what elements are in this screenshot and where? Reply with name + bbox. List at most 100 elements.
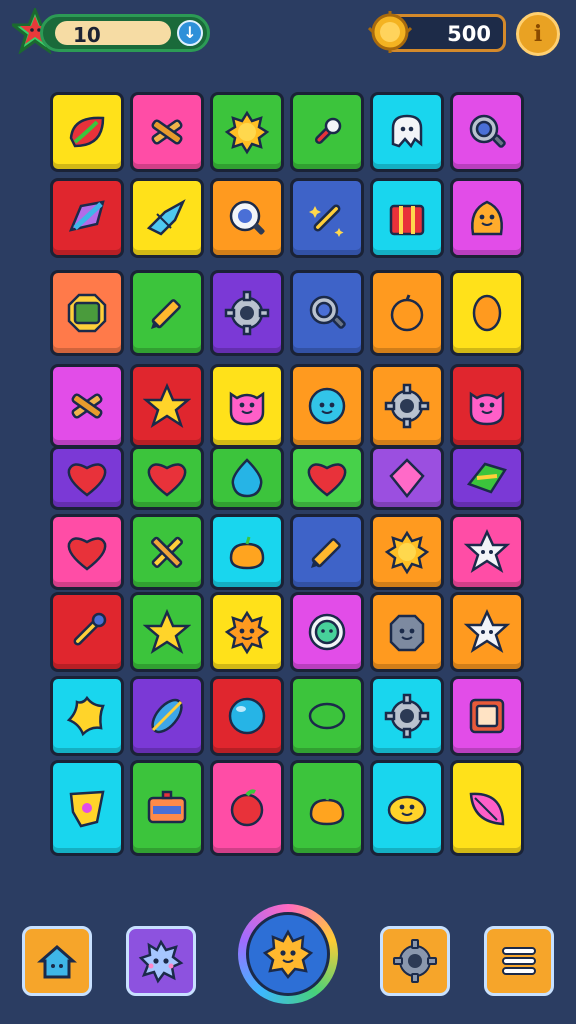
tile-r3-c6[interactable] [450, 270, 524, 356]
bean-icon [308, 702, 346, 730]
tile-r2-c1[interactable] [50, 178, 124, 258]
smiley-icon [308, 387, 346, 425]
info-button[interactable]: i [516, 12, 560, 56]
tile-r8-c1[interactable] [50, 676, 124, 756]
tile-r6-c6[interactable] [450, 514, 524, 590]
tile-r4-c2[interactable] [130, 364, 204, 448]
level-value: 10 [73, 23, 101, 47]
tile-r1-c3[interactable] [210, 92, 284, 172]
star-creature-icon [463, 609, 511, 653]
tile-r3-c3[interactable] [210, 270, 284, 356]
tile-r4-c1[interactable] [50, 364, 124, 448]
tile-r5-c6[interactable] [450, 446, 524, 510]
down-arrow-icon: ↓ [183, 23, 197, 42]
tile-r2-c4[interactable] [290, 178, 364, 258]
tile-r3-c5[interactable] [370, 270, 444, 356]
orange-fruit-icon [390, 294, 424, 332]
info-icon: i [533, 21, 543, 47]
tile-r9-c1[interactable] [50, 760, 124, 856]
tile-r4-c6[interactable] [450, 364, 524, 448]
tile-r9-c3[interactable] [210, 760, 284, 856]
bubble-icon [228, 697, 266, 735]
tile-r8-c5[interactable] [370, 676, 444, 756]
settings-button[interactable] [380, 926, 450, 996]
rock-creature-icon [389, 614, 425, 652]
pencil-icon [151, 299, 181, 329]
tile-r9-c4[interactable] [290, 760, 364, 856]
tile-r6-c1[interactable] [50, 514, 124, 590]
tile-r7-c1[interactable] [50, 592, 124, 672]
star-creature-icon [463, 529, 511, 573]
menu-icon [502, 947, 536, 975]
crossed-sticks-icon [71, 393, 103, 419]
ring-face-icon [308, 613, 346, 651]
tile-r1-c4[interactable] [290, 92, 364, 172]
tile-r8-c6[interactable] [450, 676, 524, 756]
center-action-button[interactable] [238, 904, 338, 1004]
star-blob-icon [66, 695, 105, 737]
heart-icon [307, 463, 347, 497]
blob-creature-icon [471, 200, 503, 236]
gear-icon [224, 290, 270, 336]
tile-r9-c5[interactable] [370, 760, 444, 856]
tile-r1-c5[interactable] [370, 92, 444, 172]
gem-icon [389, 458, 425, 499]
coin-value: 500 [447, 22, 491, 46]
tile-r1-c6[interactable] [450, 92, 524, 172]
cat-face-icon [469, 391, 505, 426]
gear-icon [384, 383, 430, 429]
tile-r4-c5[interactable] [370, 364, 444, 448]
tile-r2-c3[interactable] [210, 178, 284, 258]
tile-r1-c1[interactable] [50, 92, 124, 172]
apple-icon [230, 789, 264, 827]
seed-icon [472, 294, 502, 332]
tile-r5-c1[interactable] [50, 446, 124, 510]
tile-r5-c5[interactable] [370, 446, 444, 510]
bun-icon [387, 795, 427, 825]
tile-r5-c4[interactable] [290, 446, 364, 510]
tile-r8-c4[interactable] [290, 676, 364, 756]
powerup-button[interactable] [126, 926, 196, 996]
tile-r7-c4[interactable] [290, 592, 364, 672]
tile-r7-c3[interactable] [210, 592, 284, 672]
robot-icon [147, 790, 187, 824]
tile-r3-c2[interactable] [130, 270, 204, 356]
tile-r6-c4[interactable] [290, 514, 364, 590]
top-hud: 10 ↓ 500 i [0, 0, 576, 70]
bottom-bar [0, 900, 576, 1024]
sun-icon [384, 530, 430, 575]
tile-r8-c3[interactable] [210, 676, 284, 756]
tile-r7-c2[interactable] [130, 592, 204, 672]
magnifier-icon [309, 295, 346, 329]
tile-r7-c6[interactable] [450, 592, 524, 672]
tile-r7-c5[interactable] [370, 592, 444, 672]
key-icon [314, 117, 342, 145]
tile-r2-c6[interactable] [450, 178, 524, 258]
leaf-icon [69, 116, 105, 148]
tile-r1-c2[interactable] [130, 92, 204, 172]
wand-icon [309, 204, 344, 237]
tile-r2-c5[interactable] [370, 178, 444, 258]
tile-r3-c1[interactable] [50, 270, 124, 356]
tile-r5-c2[interactable] [130, 446, 204, 510]
feather-icon [151, 698, 183, 734]
tile-r9-c2[interactable] [130, 760, 204, 856]
tile-r5-c3[interactable] [210, 446, 284, 510]
pink-leaf-icon [469, 792, 505, 826]
tile-r6-c3[interactable] [210, 514, 284, 590]
tile-r4-c3[interactable] [210, 364, 284, 448]
home-button[interactable] [22, 926, 92, 996]
tile-r8-c2[interactable] [130, 676, 204, 756]
tile-r6-c5[interactable] [370, 514, 444, 590]
ghost-icon [391, 114, 423, 149]
menu-button[interactable] [484, 926, 554, 996]
emblem-icon [67, 293, 107, 333]
tile-r9-c6[interactable] [450, 760, 524, 856]
game-board [50, 92, 526, 858]
tile-r3-c4[interactable] [290, 270, 364, 356]
level-expand-button[interactable]: ↓ [177, 20, 203, 46]
tile-r2-c2[interactable] [130, 178, 204, 258]
tile-r4-c4[interactable] [290, 364, 364, 448]
tile-r6-c2[interactable] [130, 514, 204, 590]
sun-icon [224, 110, 270, 155]
